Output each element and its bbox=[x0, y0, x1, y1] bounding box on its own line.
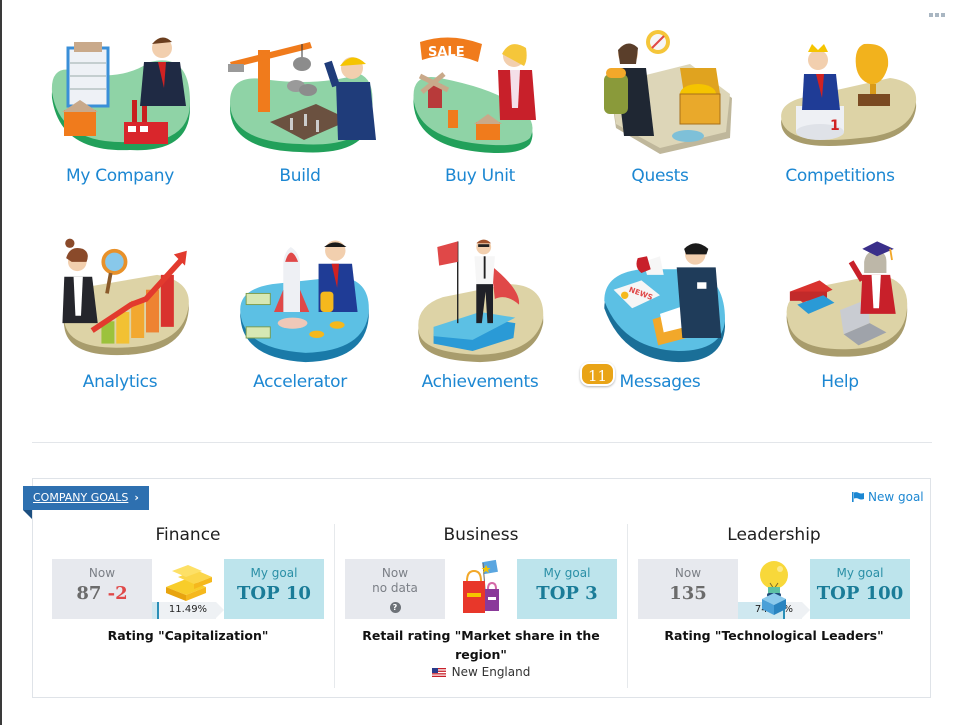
region-indicator: New England bbox=[345, 665, 617, 679]
us-flag-icon bbox=[431, 667, 446, 677]
tile-label: Buy Unit bbox=[444, 166, 516, 186]
ellipsis-icon bbox=[929, 13, 933, 17]
tile-build[interactable]: Build bbox=[210, 28, 390, 186]
now-box: Now 135 bbox=[638, 559, 738, 619]
trophy-illustration-icon: 1 bbox=[781, 43, 917, 146]
now-box: Now 87 -2 bbox=[52, 559, 152, 619]
goal-title: Business bbox=[443, 525, 519, 545]
tile-label: My Company bbox=[65, 166, 174, 186]
tile-achievements[interactable]: Achievements bbox=[390, 234, 570, 392]
my-goal-value: TOP 3 bbox=[536, 583, 598, 604]
now-rank: 87 bbox=[76, 583, 102, 604]
unread-messages-badge: 11 bbox=[580, 362, 616, 386]
my-goal-label: My goal bbox=[250, 566, 298, 580]
company-goals-label: COMPANY GOALS bbox=[33, 491, 129, 504]
goal-title: Finance bbox=[155, 525, 221, 545]
my-goal-label: My goal bbox=[836, 566, 884, 580]
now-label: Now bbox=[88, 566, 116, 580]
light-bulb-icon bbox=[760, 561, 788, 615]
more-menu-button[interactable] bbox=[929, 13, 945, 19]
region-name: New England bbox=[451, 665, 531, 679]
tile-label: Competitions bbox=[785, 166, 895, 186]
goal-card-leadership[interactable]: Leadership Now 135 74.07% My goal TOP 10… bbox=[638, 522, 910, 690]
company-illustration-icon bbox=[51, 37, 190, 151]
window-edge bbox=[0, 0, 2, 725]
tile-my-company[interactable]: My Company bbox=[30, 28, 210, 186]
tile-label: Accelerator bbox=[253, 372, 347, 392]
now-box: Now no data ? bbox=[345, 559, 445, 619]
company-goals-link[interactable]: COMPANY GOALS › bbox=[23, 486, 149, 510]
my-goal-box: My goal TOP 10 bbox=[224, 559, 324, 619]
progress-percent: 11.49% bbox=[168, 604, 208, 615]
graduate-illustration-icon bbox=[786, 241, 908, 357]
my-goal-label: My goal bbox=[543, 566, 591, 580]
svg-text:SALE: SALE bbox=[428, 45, 465, 60]
goal-card-finance[interactable]: Finance Now 87 -2 11.49% My goal TOP 10 … bbox=[52, 522, 324, 690]
tile-label: Analytics bbox=[82, 372, 158, 392]
rank-delta: -2 bbox=[107, 583, 128, 604]
no-data-label: no data bbox=[372, 581, 418, 595]
new-goal-label: New goal bbox=[868, 490, 924, 504]
tile-quests[interactable]: Quests bbox=[570, 28, 750, 186]
now-rank: 135 bbox=[669, 583, 707, 604]
new-goal-button[interactable]: New goal bbox=[852, 490, 924, 504]
tile-label: Build bbox=[279, 166, 321, 186]
now-label: Now bbox=[674, 566, 702, 580]
tile-analytics[interactable]: Analytics bbox=[30, 234, 210, 392]
section-divider bbox=[32, 442, 932, 443]
column-separator bbox=[334, 524, 335, 688]
goal-card-business[interactable]: Business Now no data ? My goal TOP 3 Ret… bbox=[345, 522, 617, 690]
tile-help[interactable]: Help bbox=[750, 234, 930, 392]
svg-text:1: 1 bbox=[830, 118, 840, 134]
sale-illustration-icon: SALE bbox=[413, 37, 536, 153]
goal-title: Leadership bbox=[727, 525, 821, 545]
shopping-bags-icon bbox=[463, 559, 499, 613]
column-separator bbox=[627, 524, 628, 688]
progress-bar: 11.49% bbox=[152, 602, 224, 619]
now-value: 87 -2 bbox=[52, 583, 152, 604]
rating-caption: Rating "Capitalization" bbox=[107, 628, 269, 643]
crane-illustration-icon bbox=[228, 42, 376, 153]
now-label: Now bbox=[381, 566, 409, 580]
tile-label: Help bbox=[821, 372, 859, 392]
rocket-illustration-icon bbox=[240, 240, 369, 363]
treasure-chest-illustration-icon bbox=[604, 30, 732, 154]
tile-competitions[interactable]: 1 Competitions bbox=[750, 28, 930, 186]
ribbon-fold bbox=[23, 510, 32, 519]
goal-row: Now 135 74.07% My goal TOP 100 bbox=[638, 559, 910, 619]
tile-buy-unit[interactable]: SALE Buy Unit bbox=[390, 28, 570, 186]
help-icon[interactable]: ? bbox=[389, 602, 401, 613]
megaphone-illustration-icon: NEWS bbox=[604, 243, 725, 363]
my-goal-value: TOP 100 bbox=[816, 583, 904, 604]
my-goal-box: My goal TOP 3 bbox=[517, 559, 617, 619]
growth-chart-illustration-icon bbox=[62, 238, 189, 356]
ellipsis-icon-dot bbox=[941, 13, 945, 17]
rating-caption: Rating "Technological Leaders" bbox=[664, 628, 884, 643]
tile-messages[interactable]: NEWS 11 Messages bbox=[570, 234, 750, 392]
now-value: 135 bbox=[638, 583, 738, 604]
rating-caption: Retail rating "Market share in the regio… bbox=[362, 628, 600, 662]
goal-row: Now no data ? My goal TOP 3 bbox=[345, 559, 617, 619]
flag-hero-illustration-icon bbox=[418, 239, 544, 363]
my-goal-value: TOP 10 bbox=[237, 583, 311, 604]
goal-row: Now 87 -2 11.49% My goal TOP 10 bbox=[52, 559, 324, 619]
tile-accelerator[interactable]: Accelerator bbox=[210, 234, 390, 392]
flag-icon bbox=[852, 492, 864, 502]
chevron-right-icon: › bbox=[134, 491, 139, 504]
my-goal-box: My goal TOP 100 bbox=[810, 559, 910, 619]
tile-label: Quests bbox=[631, 166, 689, 186]
ellipsis-icon-dot bbox=[935, 13, 939, 17]
tile-label: Achievements bbox=[421, 372, 539, 392]
